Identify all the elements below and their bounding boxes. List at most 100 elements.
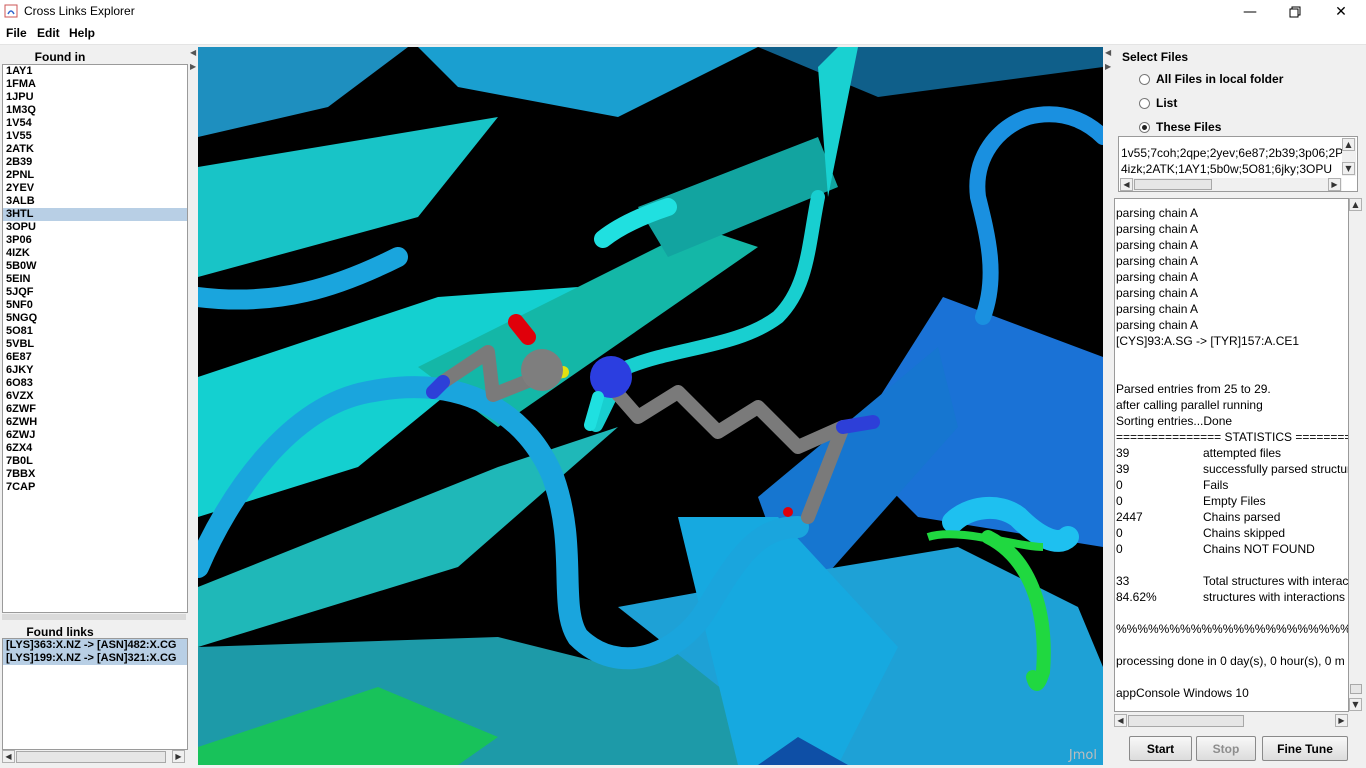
found-in-item[interactable]: 6ZWJ [3, 429, 187, 442]
scroll-left-icon[interactable]: ◀ [1120, 178, 1133, 191]
found-in-item[interactable]: 5VBL [3, 338, 187, 351]
scroll-thumb[interactable] [1350, 684, 1362, 694]
radio-selected-icon [1139, 121, 1150, 133]
expand-left-arrow-icon[interactable]: ▶ [1105, 62, 1111, 71]
found-in-item[interactable]: 7B0L [3, 455, 187, 468]
console-stat-row: 39 attempted files [1115, 445, 1348, 461]
found-in-item[interactable]: 5NGQ [3, 312, 187, 325]
console-line: processing done in 0 day(s), 0 hour(s), … [1116, 654, 1345, 668]
scroll-thumb[interactable] [1134, 179, 1212, 190]
files-line-partial [1119, 137, 1357, 145]
scroll-down-icon[interactable]: ▼ [1342, 162, 1355, 175]
maximize-button[interactable] [1272, 0, 1318, 24]
radio-these-files[interactable]: These Files [1139, 120, 1221, 134]
files-vscrollbar[interactable]: ▲ ▼ [1342, 138, 1356, 176]
stat-value: 2447 [1116, 510, 1143, 524]
stat-label: Chains skipped [1203, 526, 1286, 540]
found-in-list[interactable]: 1AY1 1FMA 1JPU 1M3Q 1V54 1V55 2ATK 2B39 2PNL 2YEV… [2, 64, 188, 613]
minimize-button[interactable]: — [1227, 0, 1273, 24]
found-in-item[interactable]: 1FMA [3, 78, 187, 91]
found-in-item[interactable]: 6E87 [3, 351, 187, 364]
found-links-list[interactable]: [LYS]363:X.NZ -> [ASN]482:X.CG [LYS]199:X… [2, 638, 188, 750]
found-in-item[interactable]: 3HTL [3, 208, 187, 221]
found-in-item[interactable]: 6O83 [3, 377, 187, 390]
found-in-item[interactable]: 5JQF [3, 286, 187, 299]
found-in-item[interactable]: 2ATK [3, 143, 187, 156]
radio-all-files[interactable]: All Files in local folder [1139, 72, 1283, 86]
found-in-item[interactable]: 1JPU [3, 91, 187, 104]
radio-label-all-files: All Files in local folder [1156, 72, 1284, 86]
found-in-item[interactable]: 5NF0 [3, 299, 187, 312]
collapse-right-arrow-icon[interactable]: ◀ [1105, 48, 1111, 57]
left-splitter[interactable] [2, 614, 186, 620]
files-hscrollbar[interactable]: ◀ ▶ [1120, 178, 1342, 191]
fine-tune-button[interactable]: Fine Tune [1262, 736, 1348, 761]
found-in-item[interactable]: 5EIN [3, 273, 187, 286]
found-link-item[interactable]: [LYS]363:X.NZ -> [ASN]482:X.CG [3, 639, 187, 652]
found-in-item[interactable]: 6ZX4 [3, 442, 187, 455]
stop-button[interactable]: Stop [1196, 736, 1256, 761]
found-in-item[interactable]: 1AY1 [3, 65, 187, 78]
scroll-right-icon[interactable]: ▶ [172, 750, 185, 763]
menu-help[interactable]: Help [69, 26, 95, 40]
found-in-item[interactable]: 7BBX [3, 468, 187, 481]
found-in-item[interactable]: 7CAP [3, 481, 187, 494]
scroll-right-icon[interactable]: ▶ [1328, 178, 1341, 191]
found-in-item[interactable]: 2B39 [3, 156, 187, 169]
console-vscrollbar[interactable]: ▲ ▼ [1349, 198, 1363, 712]
close-button[interactable]: ✕ [1318, 0, 1364, 24]
found-in-item[interactable]: 6ZWF [3, 403, 187, 416]
found-in-item[interactable]: 3P06 [3, 234, 187, 247]
found-in-item[interactable]: 5O81 [3, 325, 187, 338]
protein-structure-render [198, 47, 1103, 765]
console-hscrollbar[interactable]: ◀ ▶ [1114, 714, 1349, 728]
found-in-item[interactable]: 6ZWH [3, 416, 187, 429]
found-in-item[interactable]: 1V54 [3, 117, 187, 130]
console-stat-row: 39 successfully parsed structures [1115, 461, 1348, 477]
files-line: 4izk;2ATK;1AY1;5b0w;5O81;6jky;3OPU [1121, 162, 1332, 176]
found-in-item[interactable]: 4IZK [3, 247, 187, 260]
found-in-item[interactable]: 3ALB [3, 195, 187, 208]
menu-file[interactable]: File [6, 26, 27, 40]
java-app-icon [4, 4, 18, 18]
found-link-item[interactable]: [LYS]199:X.NZ -> [ASN]321:X.CG [3, 652, 187, 665]
found-in-item[interactable]: 3OPU [3, 221, 187, 234]
close-icon: ✕ [1335, 4, 1347, 20]
radio-label-these-files: These Files [1156, 120, 1222, 134]
scroll-thumb[interactable] [1128, 715, 1244, 727]
scroll-right-icon[interactable]: ▶ [1335, 714, 1348, 727]
console-line: Parsed entries from 25 to 29. [1116, 382, 1271, 396]
window-title: Cross Links Explorer [24, 4, 135, 18]
console-stat-row: 0 Empty Files [1115, 493, 1348, 509]
menu-edit[interactable]: Edit [37, 26, 60, 40]
stat-label: Empty Files [1203, 494, 1266, 508]
stat-value: 0 [1116, 494, 1123, 508]
scroll-left-icon[interactable]: ◀ [1114, 714, 1127, 727]
start-button[interactable]: Start [1129, 736, 1192, 761]
found-in-item[interactable]: 1V55 [3, 130, 187, 143]
scroll-thumb[interactable] [16, 751, 166, 763]
found-links-hscrollbar[interactable]: ◀ ▶ [2, 750, 186, 764]
found-in-item[interactable]: 5B0W [3, 260, 187, 273]
console-line: parsing chain A [1116, 238, 1199, 252]
scroll-up-icon[interactable]: ▲ [1342, 138, 1355, 151]
console-stat-row: 2447 Chains parsed [1115, 509, 1348, 525]
radio-list[interactable]: List [1139, 96, 1177, 110]
found-in-item[interactable]: 6VZX [3, 390, 187, 403]
found-in-item[interactable]: 2YEV [3, 182, 187, 195]
collapse-left-arrow-icon[interactable]: ◀ [190, 48, 196, 57]
console-stat-row: 0 Chains skipped [1115, 525, 1348, 541]
scroll-up-icon[interactable]: ▲ [1349, 198, 1362, 211]
jmol-3d-viewer[interactable]: Jmol [198, 47, 1103, 765]
console-line: parsing chain A [1116, 286, 1199, 300]
scroll-down-icon[interactable]: ▼ [1349, 698, 1362, 711]
found-in-item[interactable]: 2PNL [3, 169, 187, 182]
console-line: parsing chain A [1116, 206, 1199, 220]
scroll-left-icon[interactable]: ◀ [2, 750, 15, 763]
expand-right-arrow-icon[interactable]: ▶ [190, 62, 196, 71]
console-output[interactable]: parsing chain A parsing chain A parsing ch… [1114, 198, 1349, 712]
found-in-item[interactable]: 6JKY [3, 364, 187, 377]
found-in-item[interactable]: 1M3Q [3, 104, 187, 117]
